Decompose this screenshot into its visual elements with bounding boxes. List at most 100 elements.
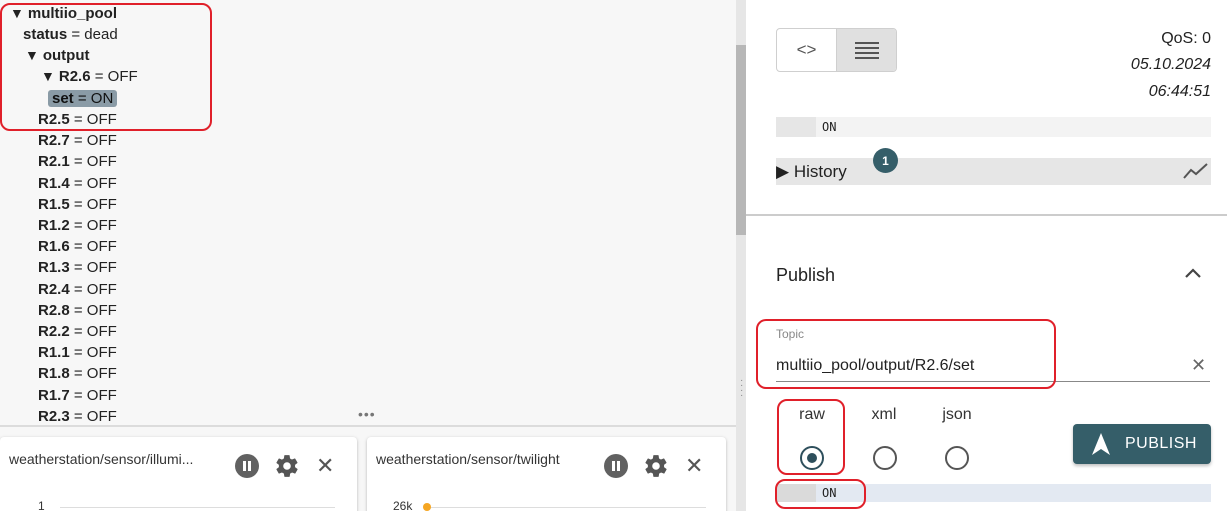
tree-node-key: R1.2 <box>38 217 70 234</box>
split-drag-handle-icon[interactable]: · · · · <box>740 376 744 401</box>
history-text: History <box>793 162 847 181</box>
topic-field-label: Topic <box>776 327 805 341</box>
tree-node-value: OFF <box>86 386 117 404</box>
scrollbar-thumb[interactable] <box>736 45 746 235</box>
tree-leaf-node[interactable]: R1.3 = OFF <box>38 257 117 278</box>
editor-gutter <box>776 117 816 137</box>
selected-topic-pill[interactable]: set = ON <box>48 90 118 107</box>
tree-node-key: R2.2 <box>38 323 70 340</box>
tree-leaf-node[interactable]: R2.1 = OFF <box>38 151 117 172</box>
publish-button-label: PUBLISH <box>1125 435 1197 452</box>
tree-leaf-node[interactable]: R2.4 = OFF <box>38 279 117 300</box>
tree-node-key: R1.5 <box>38 195 70 213</box>
tree-separator: = <box>73 217 83 234</box>
chart-title: weatherstation/sensor/illumi... <box>9 451 194 467</box>
tree-node-key: status <box>23 26 68 43</box>
expand-triangle-icon[interactable]: ▼ <box>25 47 39 63</box>
trend-chart-icon[interactable] <box>1183 161 1209 186</box>
chart-card-twilight: weatherstation/sensor/twilight ✕ 26k <box>367 437 726 511</box>
pause-icon[interactable] <box>604 454 628 478</box>
topic-input[interactable] <box>776 350 1210 382</box>
tree-node-value: OFF <box>86 280 117 298</box>
tree-node-value: OFF <box>86 111 117 128</box>
tree-node-r2-6[interactable]: ▼ R2.6 = OFF <box>41 66 138 87</box>
payload-editor[interactable]: ON <box>776 484 1211 502</box>
more-dots-icon[interactable]: ••• <box>358 406 376 422</box>
publish-button[interactable]: PUBLISH <box>1073 424 1211 464</box>
tree-separator: = <box>73 111 83 128</box>
tree-leaf-node[interactable]: R1.6 = OFF <box>38 236 117 257</box>
collapse-chevron-up-icon[interactable] <box>1184 264 1202 285</box>
radio-json[interactable] <box>945 446 969 470</box>
tree-separator: = <box>71 26 81 43</box>
tree-separator: = <box>73 195 83 213</box>
tree-separator: = <box>73 238 83 256</box>
list-view-icon[interactable] <box>837 29 896 71</box>
send-arrow-icon <box>1091 432 1111 461</box>
panel-divider[interactable] <box>0 425 736 427</box>
chart-gridline <box>60 507 335 508</box>
expand-triangle-icon[interactable]: ▼ <box>41 68 55 84</box>
tree-node-value: OFF <box>86 344 117 362</box>
radio-xml[interactable] <box>873 446 897 470</box>
tree-separator: = <box>73 344 83 362</box>
tree-node-key: R1.1 <box>38 344 70 362</box>
gear-icon[interactable] <box>643 453 669 484</box>
tree-node-output[interactable]: ▼ output <box>25 45 90 66</box>
tree-node-key: R1.8 <box>38 365 70 383</box>
history-label: ▶ History <box>776 162 847 182</box>
topic-tree: ▼ multiio_pool status = dead ▼ output ▼ R2.… <box>0 0 736 425</box>
tree-leaf-node[interactable]: R1.8 = OFF <box>38 363 117 384</box>
tree-node-label: output <box>42 47 90 64</box>
tree-node-value: OFF <box>86 259 117 277</box>
tree-leaf-node[interactable]: R1.2 = OFF <box>38 215 117 236</box>
tree-separator: = <box>77 90 87 107</box>
tree-separator: = <box>94 68 104 85</box>
tree-node-value: OFF <box>86 195 117 213</box>
gear-icon[interactable] <box>274 453 300 484</box>
details-panel: <> QoS: 0 05.10.2024 06:44:51 ON ▶ Histo… <box>746 0 1227 511</box>
tree-leaf-node[interactable]: R2.8 = OFF <box>38 300 117 321</box>
history-count-badge: 1 <box>873 148 898 173</box>
close-icon[interactable]: ✕ <box>316 453 334 479</box>
tree-node-value: dead <box>84 26 118 43</box>
tree-leaf-node[interactable]: R1.1 = OFF <box>38 342 117 363</box>
tree-node-value: ON <box>90 90 114 107</box>
chart-tick-label: 1 <box>38 499 45 511</box>
tree-leaf-node[interactable]: R2.2 = OFF <box>38 321 117 342</box>
close-icon[interactable]: ✕ <box>685 453 703 479</box>
tree-leaf-node[interactable]: R2.5 = OFF <box>38 109 117 130</box>
tree-node-key: R2.7 <box>38 132 70 150</box>
chart-card-illuminance: weatherstation/sensor/illumi... ✕ 1 <box>0 437 357 511</box>
code-view-icon[interactable]: <> <box>777 29 837 71</box>
message-value-viewer[interactable]: ON <box>776 117 1211 137</box>
tree-separator: = <box>73 365 83 383</box>
tree-node-key: R1.7 <box>38 386 70 404</box>
history-expander[interactable]: ▶ History <box>776 158 1211 185</box>
tree-node-set-selected[interactable]: set = ON <box>48 88 118 109</box>
tree-separator: = <box>73 132 83 150</box>
tree-separator: = <box>73 323 83 340</box>
tree-node-value: OFF <box>86 407 117 425</box>
tree-leaf-node[interactable]: R1.7 = OFF <box>38 385 117 406</box>
format-label-json: json <box>942 406 972 423</box>
tree-node-key: R2.5 <box>38 111 70 128</box>
tree-leaf-node[interactable]: R1.5 = OFF <box>38 194 117 215</box>
view-mode-toggle: <> <box>776 28 897 72</box>
tree-node-root[interactable]: ▼ multiio_pool <box>10 3 117 24</box>
tree-separator: = <box>73 280 83 298</box>
pause-icon[interactable] <box>235 454 259 478</box>
format-label-xml: xml <box>871 406 897 423</box>
tree-leaf-node[interactable]: R2.7 = OFF <box>38 130 117 151</box>
tree-leaf-node[interactable]: R2.3 = OFF <box>38 406 117 425</box>
topic-tree-panel: ▼ multiio_pool status = dead ▼ output ▼ R2.… <box>0 0 736 511</box>
tree-node-status[interactable]: status = dead <box>23 24 118 45</box>
radio-raw[interactable] <box>800 446 824 470</box>
tree-node-value: OFF <box>86 153 117 171</box>
expand-triangle-icon[interactable]: ▼ <box>10 5 24 21</box>
clear-icon[interactable]: ✕ <box>1191 355 1206 376</box>
chart-title: weatherstation/sensor/twilight <box>376 451 560 467</box>
tree-node-value: OFF <box>86 365 117 383</box>
tree-leaf-node[interactable]: R1.4 = OFF <box>38 173 117 194</box>
editor-gutter <box>776 484 816 502</box>
